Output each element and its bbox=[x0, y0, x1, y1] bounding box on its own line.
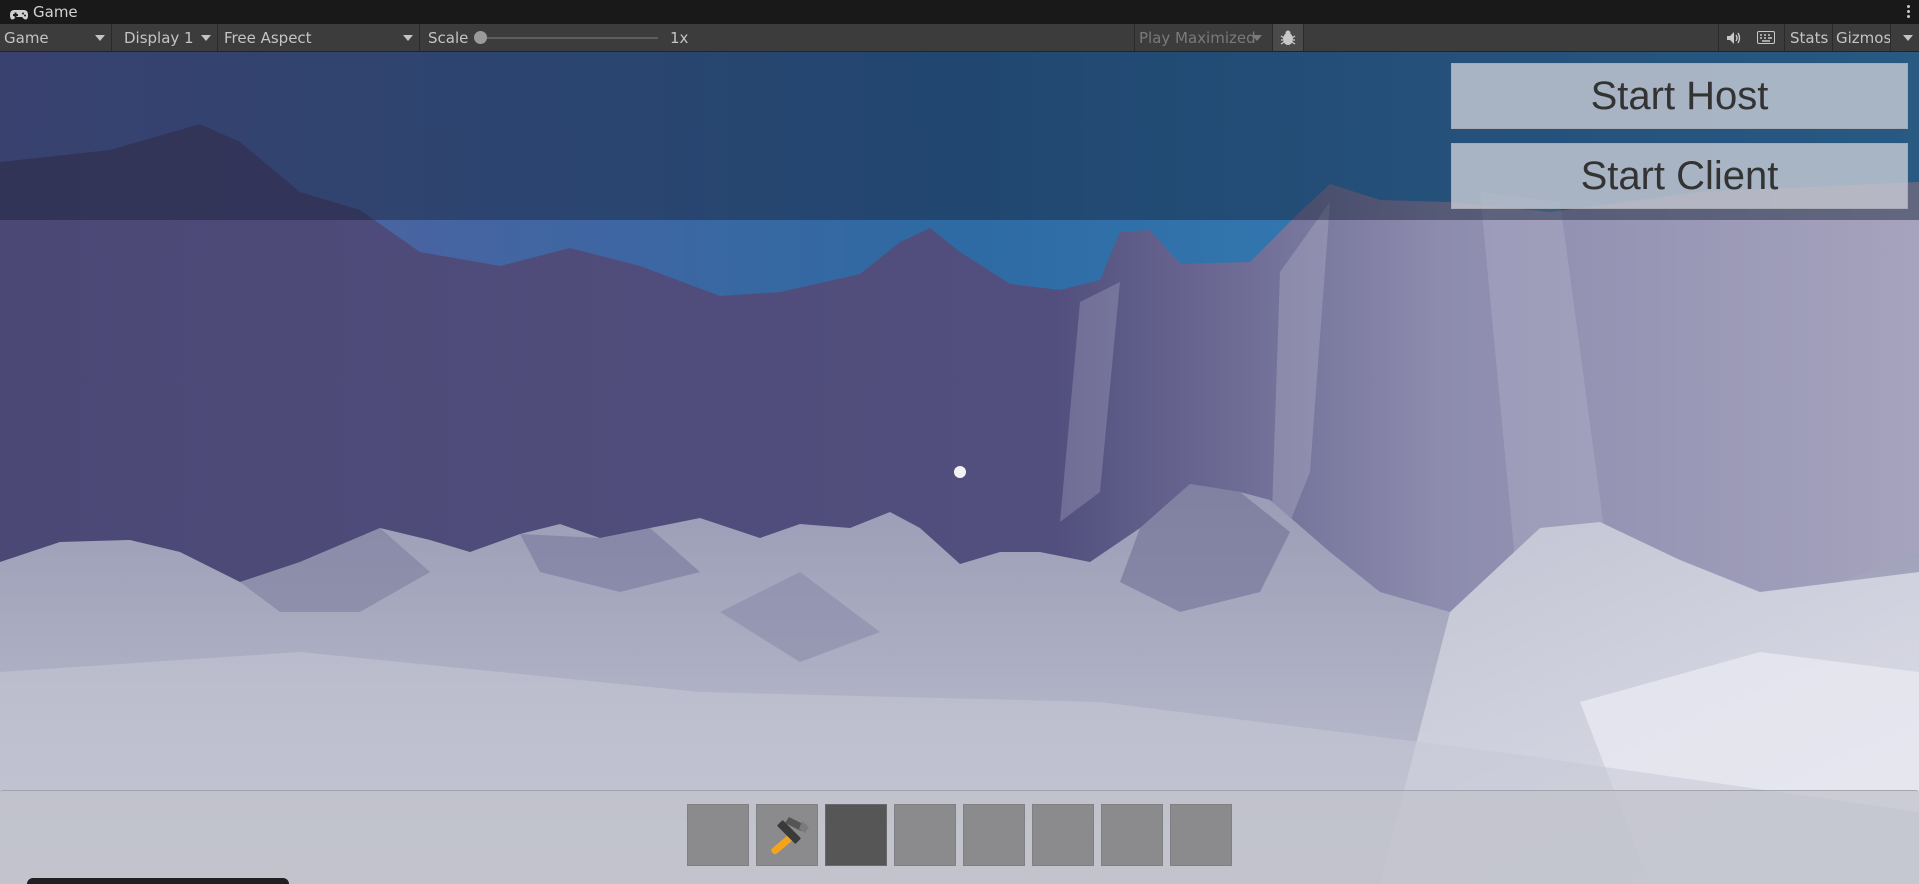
gamepad-icon bbox=[10, 7, 28, 19]
bug-icon[interactable] bbox=[1272, 24, 1304, 51]
aspect-ratio-dropdown[interactable]: Free Aspect bbox=[220, 24, 420, 51]
scale-slider-thumb[interactable] bbox=[474, 31, 487, 44]
game-view[interactable]: Start Host Start Client bbox=[0, 52, 1919, 884]
scale-value: 1x bbox=[670, 28, 689, 47]
hotbar bbox=[0, 790, 1919, 884]
aspect-ratio-label: Free Aspect bbox=[224, 28, 312, 47]
editor-tab-bar: Game bbox=[0, 0, 1919, 24]
chevron-down-icon bbox=[1903, 35, 1913, 41]
hotbar-slot-1[interactable] bbox=[687, 804, 749, 866]
display-label: Display 1 bbox=[124, 28, 194, 47]
scale-slider-track bbox=[480, 37, 658, 39]
chevron-down-icon bbox=[1252, 35, 1262, 41]
chevron-down-icon bbox=[201, 35, 211, 41]
hotbar-slot-2[interactable] bbox=[756, 804, 818, 866]
crosshair-dot-icon bbox=[954, 466, 966, 478]
hotbar-slot-4[interactable] bbox=[894, 804, 956, 866]
game-tab[interactable]: Game bbox=[0, 0, 86, 24]
hammer-icon bbox=[763, 811, 813, 861]
stats-toggle[interactable]: Stats bbox=[1790, 24, 1828, 51]
hotbar-slot-8[interactable] bbox=[1170, 804, 1232, 866]
view-type-label: Game bbox=[4, 28, 49, 47]
chevron-down-icon bbox=[95, 35, 105, 41]
game-tab-label: Game bbox=[33, 3, 78, 21]
scale-label: Scale bbox=[428, 28, 469, 47]
keyboard-shortcuts-icon[interactable] bbox=[1752, 24, 1780, 51]
start-client-button[interactable]: Start Client bbox=[1451, 143, 1908, 209]
scale-slider[interactable] bbox=[474, 24, 664, 51]
play-mode-label: Play Maximized bbox=[1139, 28, 1256, 47]
hotbar-slot-6[interactable] bbox=[1032, 804, 1094, 866]
hotbar-slot-3[interactable] bbox=[825, 804, 887, 866]
chevron-down-icon bbox=[403, 35, 413, 41]
play-mode-dropdown[interactable]: Play Maximized bbox=[1134, 24, 1268, 51]
gizmos-dropdown[interactable] bbox=[1890, 24, 1919, 51]
display-dropdown[interactable]: Display 1 bbox=[120, 24, 218, 51]
kebab-menu-icon[interactable] bbox=[1903, 2, 1913, 20]
hotbar-slot-5[interactable] bbox=[963, 804, 1025, 866]
game-view-toolbar: Game Display 1 Free Aspect Scale 1x Play… bbox=[0, 24, 1919, 52]
hotbar-slot-7[interactable] bbox=[1101, 804, 1163, 866]
gizmos-toggle[interactable]: Gizmos bbox=[1836, 24, 1891, 51]
speaker-icon[interactable] bbox=[1720, 24, 1748, 51]
status-bar bbox=[27, 878, 289, 884]
view-type-dropdown[interactable]: Game bbox=[0, 24, 112, 51]
start-host-button[interactable]: Start Host bbox=[1451, 63, 1908, 129]
